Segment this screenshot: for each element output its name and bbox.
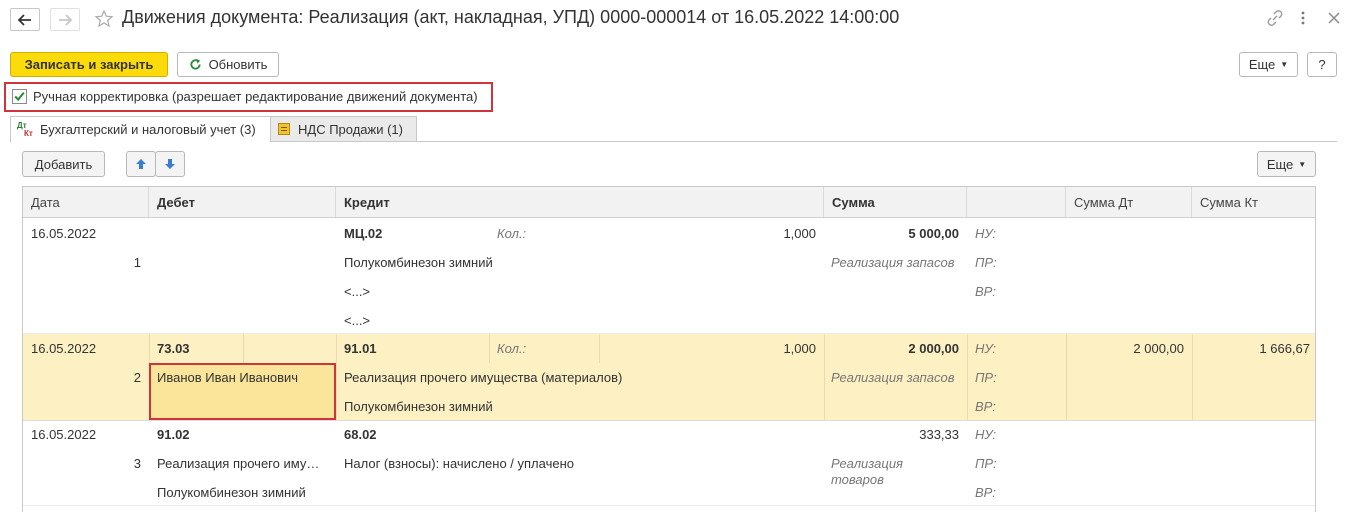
favorite-star-icon[interactable]	[94, 9, 114, 29]
grid-more-button[interactable]: Еще ▼	[1257, 151, 1316, 177]
nu-label: НУ:	[975, 226, 997, 241]
save-close-button[interactable]: Записать и закрыть	[10, 52, 168, 77]
column-header-credit[interactable]: Кредит	[336, 187, 824, 218]
credit-account: МЦ.02	[344, 226, 383, 241]
credit-subconto-1: Налог (взносы): начислено / уплачено	[344, 456, 574, 471]
vr-label: ВР:	[975, 485, 996, 500]
tab-vat-sales[interactable]: НДС Продажи (1)	[270, 116, 417, 142]
pr-label: ПР:	[975, 255, 997, 270]
vr-label: ВР:	[975, 284, 996, 299]
arrow-up-icon	[136, 159, 146, 169]
cell-divider	[599, 334, 600, 363]
manual-correction-checkbox[interactable]	[12, 89, 27, 104]
grid-more-label: Еще	[1266, 156, 1294, 172]
debit-credit-icon: Дт Кт	[17, 120, 33, 138]
vr-label: ВР:	[975, 399, 996, 414]
pr-label: ПР:	[975, 370, 997, 385]
back-button[interactable]	[10, 8, 40, 31]
nu-label: НУ:	[975, 341, 997, 356]
manual-correction-label[interactable]: Ручная корректировка (разрешает редактир…	[33, 89, 478, 104]
row-number: 3	[133, 456, 141, 471]
debit-account: 91.02	[157, 427, 190, 442]
movements-table: Дата Дебет Кредит Сумма Сумма Дт Сумма К…	[22, 186, 1316, 512]
more-label: Еще	[1248, 57, 1276, 72]
row-number: 1	[133, 255, 141, 270]
help-button[interactable]: ?	[1307, 52, 1337, 77]
add-button[interactable]: Добавить	[22, 151, 105, 177]
checkmark-icon	[14, 91, 25, 102]
content-value-line2: товаров	[831, 472, 884, 487]
column-header-sum-kt[interactable]: Сумма Кт	[1192, 187, 1315, 218]
cell-divider	[336, 334, 337, 420]
sum-value: 2 000,00	[908, 341, 959, 356]
column-header-date[interactable]: Дата	[23, 187, 149, 218]
cell-divider	[243, 334, 244, 363]
sum-kt-value: 1 666,67	[1259, 341, 1310, 356]
column-header-tax-type[interactable]	[967, 187, 1066, 218]
credit-account: 91.01	[344, 341, 377, 356]
caret-down-icon: ▼	[1298, 159, 1307, 169]
move-up-button[interactable]	[126, 151, 156, 177]
row-number: 2	[133, 370, 141, 385]
tab-accounting-label: Бухгалтерский и налоговый учет (3)	[40, 122, 256, 137]
column-header-debit[interactable]: Дебет	[149, 187, 336, 218]
debit-account: 73.03	[157, 341, 190, 356]
tab-divider	[271, 141, 1337, 142]
caret-down-icon: ▼	[1280, 60, 1289, 69]
refresh-icon	[189, 58, 201, 70]
credit-subconto-1: Полукомбинезон зимний	[344, 255, 493, 270]
qty-value: 1,000	[783, 341, 816, 356]
qty-label: Кол.:	[497, 341, 527, 356]
row-date: 16.05.2022	[31, 341, 97, 356]
credit-subconto-1: Реализация прочего имущества (материалов…	[344, 370, 623, 385]
page-title: Движения документа: Реализация (акт, нак…	[122, 7, 900, 27]
arrow-left-icon	[18, 13, 31, 26]
tab-accounting[interactable]: Дт Кт Бухгалтерский и налоговый учет (3)	[10, 116, 271, 142]
content-value: Реализация запасов	[831, 370, 955, 385]
content-value: Реализация запасов	[831, 255, 955, 270]
row-date: 16.05.2022	[31, 226, 97, 241]
close-icon[interactable]	[1327, 11, 1341, 25]
sum-dt-value: 2 000,00	[1133, 341, 1184, 356]
forward-button[interactable]	[50, 8, 80, 31]
credit-subconto-2: <...>	[344, 284, 371, 299]
column-header-sum-dt[interactable]: Сумма Дт	[1066, 187, 1192, 218]
column-header-sum[interactable]: Сумма	[824, 187, 967, 218]
cell-divider	[967, 334, 968, 420]
more-button[interactable]: Еще ▼	[1239, 52, 1298, 77]
row-divider	[23, 505, 1315, 506]
register-icon	[278, 123, 290, 135]
refresh-button[interactable]: Обновить	[177, 52, 279, 77]
table-row[interactable]	[23, 219, 1315, 333]
debit-subconto-1: Иванов Иван Иванович	[157, 370, 299, 385]
link-icon[interactable]	[1267, 10, 1283, 26]
move-down-button[interactable]	[155, 151, 185, 177]
arrow-down-icon	[165, 159, 175, 169]
sum-value: 333,33	[919, 427, 959, 442]
qty-label: Кол.:	[497, 226, 527, 241]
content-value-line1: Реализация	[831, 456, 903, 471]
credit-subconto-2: Полукомбинезон зимний	[344, 399, 493, 414]
row-date: 16.05.2022	[31, 427, 97, 442]
pr-label: ПР:	[975, 456, 997, 471]
refresh-label: Обновить	[208, 57, 268, 72]
tab-vat-sales-label: НДС Продажи (1)	[298, 121, 403, 137]
credit-account: 68.02	[344, 427, 377, 442]
credit-subconto-3: <...>	[344, 313, 371, 328]
cell-divider	[489, 334, 490, 363]
debit-subconto-1: Реализация прочего иму…	[157, 456, 320, 471]
more-vertical-icon[interactable]	[1298, 10, 1308, 26]
qty-value: 1,000	[783, 226, 816, 241]
sum-value: 5 000,00	[908, 226, 959, 241]
nu-label: НУ:	[975, 427, 997, 442]
debit-subconto-2: Полукомбинезон зимний	[157, 485, 306, 500]
arrow-right-icon	[59, 13, 72, 26]
